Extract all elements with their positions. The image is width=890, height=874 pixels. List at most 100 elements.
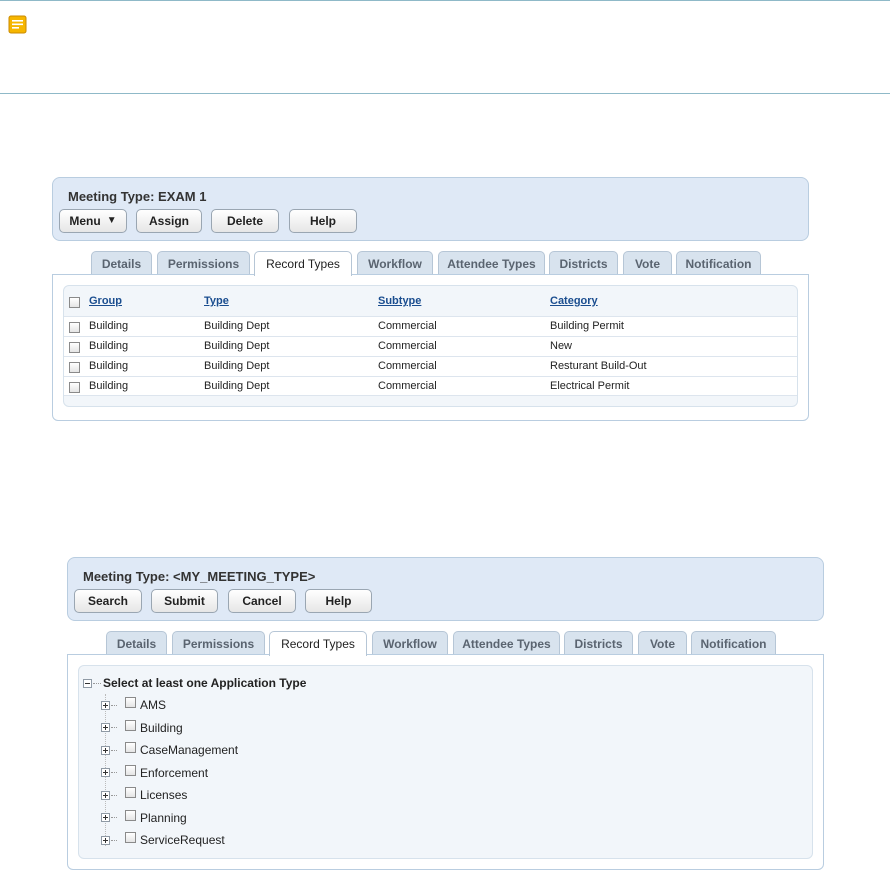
assign-button[interactable]: Assign [136,209,202,233]
cell-group: Building [89,320,129,332]
cell-type: Building Dept [204,340,270,352]
cell-group: Building [89,340,129,352]
tab-districts[interactable]: Districts [549,251,618,275]
cell-category: New [550,340,573,352]
note-banner [0,0,890,94]
meeting-type-panel-new: Meeting Type: <MY_MEETING_TYPE> Search S… [67,557,824,872]
menu-arrow-icon: ▼ [106,215,117,226]
expand-icon[interactable] [101,701,110,710]
submit-button[interactable]: Submit [151,589,218,613]
cell-category: Resturant Build-Out [550,360,647,372]
header-subtype[interactable]: Subtype [378,295,421,307]
header-group[interactable]: Group [89,295,122,307]
table-row: Building Building Dept Commercial New [64,336,797,356]
cell-group: Building [89,360,129,372]
expand-icon[interactable] [101,768,110,777]
cell-category: Building Permit [550,320,624,332]
tab-record-types[interactable]: Record Types [254,251,352,276]
panel-header: Meeting Type: <MY_MEETING_TYPE> Search S… [67,557,824,621]
row-checkbox[interactable] [69,382,80,393]
record-types-table-box: Group Type Subtype Category Building Bui… [63,285,798,407]
tree-checkbox[interactable] [125,742,136,753]
select-all-checkbox[interactable] [69,297,80,308]
table-row: Building Building Dept Commercial Buildi… [64,316,797,336]
cell-type: Building Dept [204,380,270,392]
meeting-type-panel-exam: Meeting Type: EXAM 1 Menu ▼ Assign Delet… [52,177,809,421]
expand-icon[interactable] [101,746,110,755]
record-types-content: Select at least one Application Type AMS… [67,654,824,870]
tree-checkbox[interactable] [125,810,136,821]
cell-subtype: Commercial [378,320,437,332]
tab-bar: Details Permissions Record Types Workflo… [67,631,824,656]
panel-header: Meeting Type: EXAM 1 Menu ▼ Assign Delet… [52,177,809,241]
tree-connector [111,705,117,706]
tree-root-label: Select at least one Application Type [103,676,307,690]
row-checkbox[interactable] [69,342,80,353]
row-checkbox[interactable] [69,362,80,373]
collapse-icon[interactable] [83,679,92,688]
tab-bar: Details Permissions Record Types Workflo… [52,251,809,276]
tab-notification[interactable]: Notification [676,251,761,275]
tab-record-types[interactable]: Record Types [269,631,367,656]
tab-details[interactable]: Details [106,631,167,655]
cell-subtype: Commercial [378,340,437,352]
header-type-link[interactable]: Type [204,295,229,307]
menu-button[interactable]: Menu ▼ [59,209,127,233]
table-row: Building Building Dept Commercial Restur… [64,356,797,376]
tab-permissions[interactable]: Permissions [172,631,265,655]
cell-subtype: Commercial [378,360,437,372]
header-group-link[interactable]: Group [89,295,122,307]
tab-workflow[interactable]: Workflow [372,631,448,655]
tab-attendee-types[interactable]: Attendee Types [438,251,545,275]
tree-item-label: Licenses [140,788,188,802]
expand-icon[interactable] [101,723,110,732]
cell-subtype: Commercial [378,380,437,392]
tab-attendee-types[interactable]: Attendee Types [453,631,560,655]
header-category-link[interactable]: Category [550,295,598,307]
help-button[interactable]: Help [289,209,357,233]
tab-details[interactable]: Details [91,251,152,275]
tree-item-label: Planning [140,811,187,825]
tree-connector [111,772,117,773]
menu-label: Menu [69,214,101,228]
header-subtype-link[interactable]: Subtype [378,295,421,307]
record-types-content: Group Type Subtype Category Building Bui… [52,274,809,421]
tab-districts[interactable]: Districts [564,631,633,655]
cell-type: Building Dept [204,360,270,372]
tree-item-label: AMS [140,698,167,712]
tree-checkbox[interactable] [125,720,136,731]
header-type[interactable]: Type [204,295,229,307]
expand-icon[interactable] [101,836,110,845]
tree-item-label: Enforcement [140,766,209,780]
expand-icon[interactable] [101,791,110,800]
tree-connector [111,750,117,751]
tab-vote[interactable]: Vote [623,251,672,275]
tree-checkbox[interactable] [125,697,136,708]
help-button[interactable]: Help [305,589,372,613]
cell-category: Electrical Permit [550,380,630,392]
search-button[interactable]: Search [74,589,142,613]
panel-title: Meeting Type: <MY_MEETING_TYPE> [83,569,316,584]
tree-item-label: CaseManagement [140,743,239,757]
tree-connector [111,795,117,796]
tree-item-label: Building [140,721,183,735]
tab-notification[interactable]: Notification [691,631,776,655]
note-icon [8,15,27,34]
tree-checkbox[interactable] [125,787,136,798]
tab-permissions[interactable]: Permissions [157,251,250,275]
tree-connector [111,727,117,728]
delete-button[interactable]: Delete [211,209,279,233]
header-category[interactable]: Category [550,295,598,307]
application-type-tree-box: Select at least one Application Type AMS… [78,665,813,859]
tab-vote[interactable]: Vote [638,631,687,655]
tree-checkbox[interactable] [125,765,136,776]
tree-checkbox[interactable] [125,832,136,843]
cell-group: Building [89,380,129,392]
tree-connector [93,683,101,684]
cell-type: Building Dept [204,320,270,332]
row-checkbox[interactable] [69,322,80,333]
cancel-button[interactable]: Cancel [228,589,296,613]
panel-title: Meeting Type: EXAM 1 [68,189,207,204]
expand-icon[interactable] [101,813,110,822]
tab-workflow[interactable]: Workflow [357,251,433,275]
